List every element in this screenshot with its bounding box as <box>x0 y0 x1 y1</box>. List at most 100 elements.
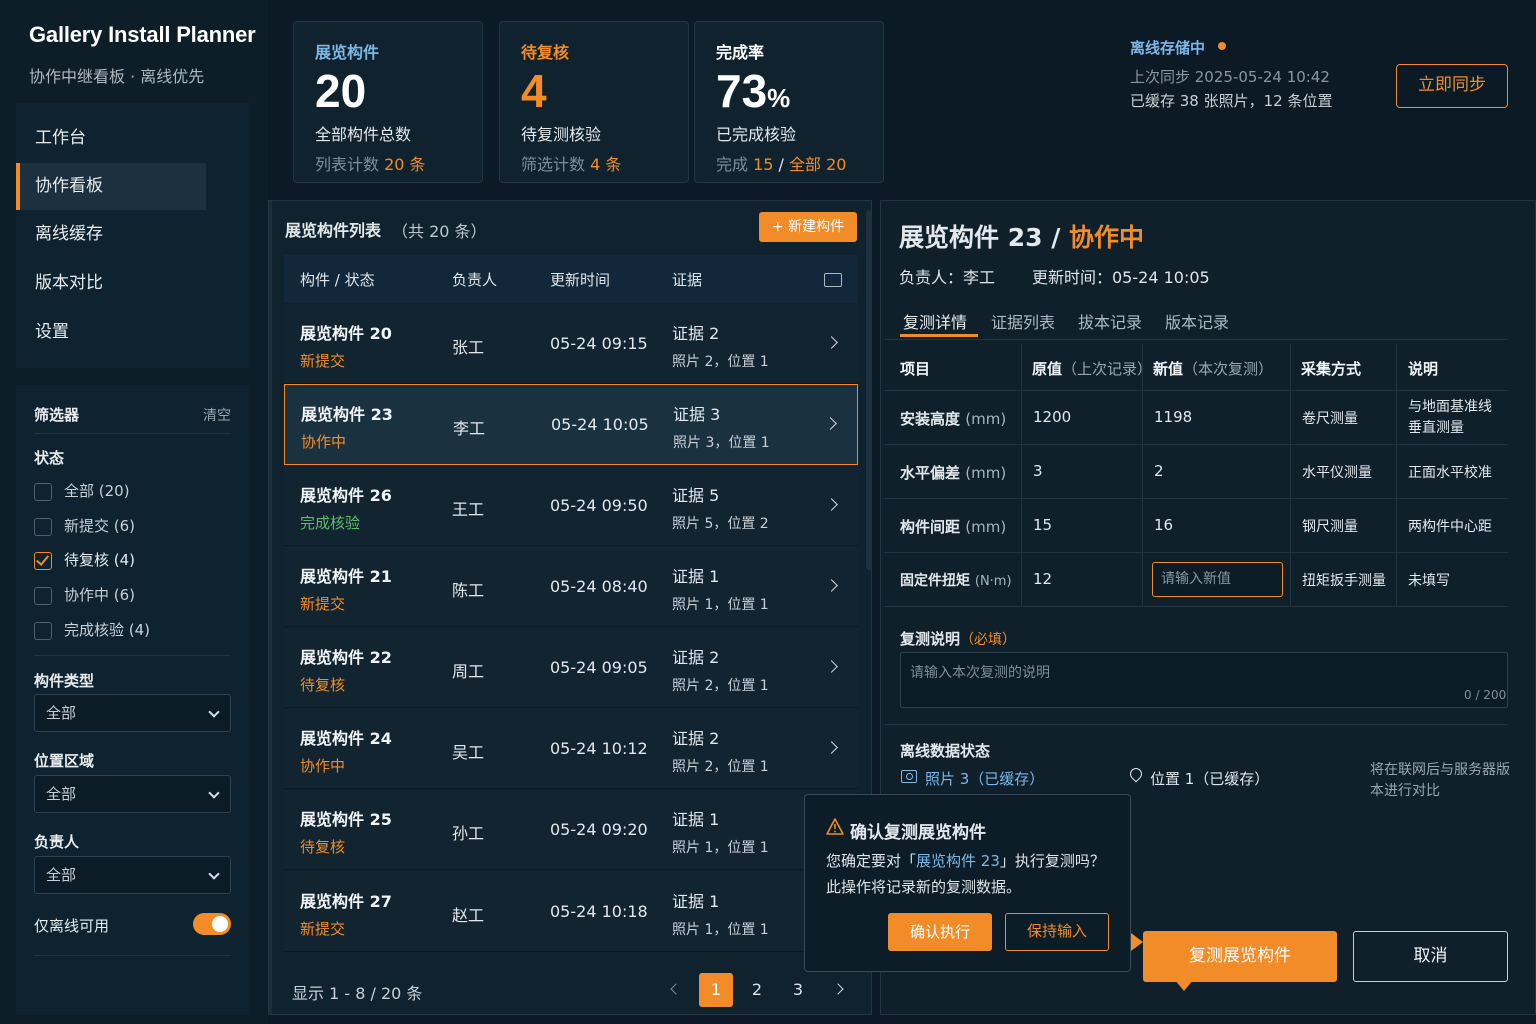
th-item: 项目 <box>900 360 931 378</box>
cancel-button[interactable]: 取消 <box>1353 931 1508 982</box>
table-row[interactable]: 展览构件 22 待复核 周工 05-24 09:05 证据 2 照片 2，位置 … <box>284 628 858 708</box>
row-status: 待复核 <box>300 838 346 856</box>
owner-select[interactable]: 全部 <box>34 856 231 894</box>
page-button-1[interactable]: 1 <box>699 973 733 1007</box>
row-evidence-detail: 照片 2，位置 1 <box>672 354 769 370</box>
popover-pointer <box>1131 933 1143 951</box>
table-row[interactable]: 展览构件 20 新提交 张工 05-24 09:15 证据 2 照片 2，位置 … <box>284 304 858 384</box>
stat-desc: 已完成核验 <box>716 125 797 144</box>
row-name: 展览构件 21 <box>300 567 392 586</box>
col-header-time[interactable]: 更新时间 <box>550 269 610 290</box>
confirm-execute-button[interactable]: 确认执行 <box>888 913 992 951</box>
detail-owner: 负责人：李工 <box>899 268 996 287</box>
sync-status-dot <box>1218 42 1226 50</box>
sync-last-time: 上次同步 2025-05-24 10:42 <box>1130 68 1330 86</box>
status-option-all[interactable]: 全部 (20) <box>34 480 130 502</box>
row-new-value[interactable]: 1198 <box>1154 408 1192 426</box>
table-row[interactable]: 展览构件 27 新提交 赵工 05-24 10:18 证据 1 照片 1，位置 … <box>284 872 858 952</box>
row-time: 05-24 10:12 <box>550 739 648 758</box>
tab-version-record[interactable]: 版本记录 <box>1165 309 1229 333</box>
row-note: 正面水平校准 <box>1408 465 1492 481</box>
checkbox[interactable] <box>34 482 52 501</box>
nav-item-settings[interactable]: 设置 <box>16 309 249 356</box>
list-scrollbar[interactable] <box>866 210 872 570</box>
row-evidence-detail: 照片 2，位置 1 <box>672 759 769 775</box>
row-item: 固定件扭矩 (N·m) <box>900 573 1012 589</box>
area-select[interactable]: 全部 <box>34 775 231 813</box>
status-option-collaborating[interactable]: 协作中 (6) <box>34 584 135 606</box>
nav-item-offline-cache[interactable]: 离线缓存 <box>16 211 249 258</box>
row-time: 05-24 09:50 <box>550 496 648 515</box>
filter-panel: 筛选器 清空 状态 全部 (20) 新提交 (6) 待复核 (4) 协作中 (6… <box>16 385 249 1015</box>
row-name: 展览构件 24 <box>300 729 392 748</box>
nav-item-workbench[interactable]: 工作台 <box>16 115 249 162</box>
divider <box>34 655 231 656</box>
chevron-right-icon[interactable] <box>825 498 838 511</box>
popover-message: 您确定要对「展览构件 23」执行复测吗？ <box>826 852 1105 870</box>
stat-number: 20 <box>315 65 367 117</box>
remeasure-component-button[interactable]: 复测展览构件 <box>1143 931 1337 982</box>
row-status: 新提交 <box>300 595 346 613</box>
chevron-right-icon[interactable] <box>825 579 838 592</box>
row-name: 展览构件 25 <box>300 810 392 829</box>
th-old: 原值（上次记录） <box>1032 360 1153 378</box>
column-settings-icon[interactable] <box>824 273 842 287</box>
row-new-value[interactable]: 16 <box>1154 516 1173 534</box>
col-header-evidence[interactable]: 证据 <box>672 269 702 290</box>
col-header-owner[interactable]: 负责人 <box>452 269 497 290</box>
row-evidence: 证据 2 <box>672 648 720 667</box>
nav-item-collab-board[interactable]: 协作看板 <box>16 163 206 210</box>
col-header-name[interactable]: 构件 / 状态 <box>300 269 375 290</box>
row-name: 展览构件 23 <box>301 405 393 424</box>
detail-title: 展览构件 23 / 协作中 <box>899 223 1145 252</box>
row-owner: 张工 <box>452 338 485 357</box>
row-new-value[interactable]: 2 <box>1154 462 1164 480</box>
checkbox[interactable] <box>34 517 52 536</box>
tab-draft-record[interactable]: 拔本记录 <box>1078 309 1142 333</box>
nav-item-version-compare[interactable]: 版本对比 <box>16 260 249 307</box>
row-method: 卷尺测量 <box>1302 411 1358 427</box>
table-row[interactable]: 展览构件 26 完成核验 王工 05-24 09:50 证据 5 照片 5，位置… <box>284 466 858 546</box>
status-option-verified[interactable]: 完成核验 (4) <box>34 619 150 641</box>
page-button-2[interactable]: 2 <box>740 973 774 1007</box>
pager-info: 显示 1 - 8 / 20 条 <box>292 984 423 1003</box>
status-option-pending-review[interactable]: 待复核 (4) <box>34 549 135 571</box>
checkbox[interactable] <box>34 621 52 640</box>
divider <box>34 433 231 434</box>
checkbox[interactable] <box>34 586 52 605</box>
sync-now-button[interactable]: 立即同步 <box>1396 64 1508 108</box>
checkbox-checked[interactable] <box>34 551 52 570</box>
row-time: 05-24 10:05 <box>551 415 649 434</box>
table-row[interactable]: 展览构件 24 协作中 吴工 05-24 10:12 证据 2 照片 2，位置 … <box>284 709 858 789</box>
row-old-value: 15 <box>1033 516 1053 534</box>
row-owner: 周工 <box>452 662 485 681</box>
keep-input-button[interactable]: 保持输入 <box>1005 913 1109 951</box>
status-option-new[interactable]: 新提交 (6) <box>34 515 135 537</box>
table-row[interactable]: 展览构件 25 待复核 孙工 05-24 09:20 证据 1 照片 1，位置 … <box>284 790 858 870</box>
chevron-right-icon[interactable] <box>825 660 838 673</box>
stat-title: 完成率 <box>716 43 765 62</box>
offline-photo-status[interactable]: 照片 3（已缓存） <box>925 768 1044 789</box>
table-row[interactable]: 展览构件 21 新提交 陈工 05-24 08:40 证据 1 照片 1，位置 … <box>284 547 858 627</box>
checkbox-label: 协作中 (6) <box>64 586 136 604</box>
filter-clear-button[interactable]: 清空 <box>203 405 231 425</box>
row-old-value: 12 <box>1033 570 1053 588</box>
chevron-right-icon[interactable] <box>825 336 838 349</box>
offline-only-toggle[interactable] <box>193 913 231 935</box>
list-header: 构件 / 状态 负责人 更新时间 证据 <box>284 255 858 303</box>
new-component-button[interactable]: + 新建构件 <box>759 212 857 242</box>
stat-foot: 筛选计数 4 条 <box>521 155 622 174</box>
stat-card-pending: 待复核 4 待复测核验 筛选计数 4 条 <box>499 21 689 183</box>
tab-evidence-list[interactable]: 证据列表 <box>991 309 1055 333</box>
page-button-3[interactable]: 3 <box>781 973 815 1007</box>
offline-location-status: 位置 1（已缓存） <box>1150 770 1270 788</box>
chevron-right-icon[interactable] <box>824 417 837 430</box>
new-value-input[interactable]: 请输入新值 <box>1152 562 1283 597</box>
table-row-selected[interactable]: 展览构件 23 协作中 李工 05-24 10:05 证据 3 照片 3，位置 … <box>284 384 858 465</box>
row-evidence-detail: 照片 2，位置 1 <box>672 678 769 694</box>
row-owner: 孙工 <box>452 824 485 843</box>
type-select[interactable]: 全部 <box>34 694 231 732</box>
warning-icon <box>826 818 844 835</box>
tab-remeasure-detail[interactable]: 复测详情 <box>903 309 967 333</box>
chevron-right-icon[interactable] <box>825 741 838 754</box>
